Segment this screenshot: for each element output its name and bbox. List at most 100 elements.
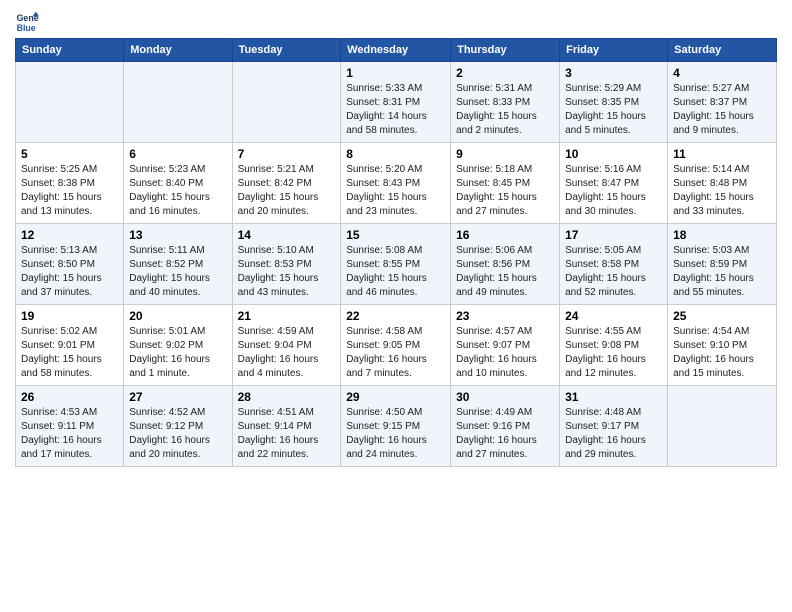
day-info: Sunrise: 5:08 AM Sunset: 8:55 PM Dayligh…: [346, 244, 445, 300]
calendar-cell: [124, 62, 232, 143]
day-info: Sunrise: 5:29 AM Sunset: 8:35 PM Dayligh…: [565, 82, 662, 138]
day-number: 14: [238, 228, 336, 242]
day-number: 20: [129, 309, 226, 323]
day-info: Sunrise: 4:49 AM Sunset: 9:16 PM Dayligh…: [456, 406, 554, 462]
day-info: Sunrise: 5:33 AM Sunset: 8:31 PM Dayligh…: [346, 82, 445, 138]
day-number: 28: [238, 390, 336, 404]
day-info: Sunrise: 4:50 AM Sunset: 9:15 PM Dayligh…: [346, 406, 445, 462]
week-row-4: 19Sunrise: 5:02 AM Sunset: 9:01 PM Dayli…: [16, 305, 777, 386]
day-number: 11: [673, 147, 771, 161]
day-number: 3: [565, 66, 662, 80]
week-row-5: 26Sunrise: 4:53 AM Sunset: 9:11 PM Dayli…: [16, 386, 777, 467]
day-number: 27: [129, 390, 226, 404]
day-info: Sunrise: 4:52 AM Sunset: 9:12 PM Dayligh…: [129, 406, 226, 462]
calendar-cell: 8 Sunrise: 5:20 AM Sunset: 8:43 PM Daylig…: [341, 143, 451, 224]
day-number: 22: [346, 309, 445, 323]
calendar-cell: 28 Sunrise: 4:51 AM Sunset: 9:14 PM Dayli…: [232, 386, 341, 467]
day-info: Sunrise: 4:51 AM Sunset: 9:14 PM Dayligh…: [238, 406, 336, 462]
day-info: Sunrise: 4:59 AM Sunset: 9:04 PM Dayligh…: [238, 325, 336, 381]
calendar-cell: 15 Sunrise: 5:08 AM Sunset: 8:55 PM Dayli…: [341, 224, 451, 305]
calendar-cell: 19Sunrise: 5:02 AM Sunset: 9:01 PM Dayli…: [16, 305, 124, 386]
logo-icon: General Blue: [15, 10, 39, 34]
calendar-cell: 13 Sunrise: 5:11 AM Sunset: 8:52 PM Dayli…: [124, 224, 232, 305]
day-number: 15: [346, 228, 445, 242]
calendar-cell: 16 Sunrise: 5:06 AM Sunset: 8:56 PM Dayli…: [451, 224, 560, 305]
day-info: Sunrise: 5:21 AM Sunset: 8:42 PM Dayligh…: [238, 163, 336, 219]
day-number: 1: [346, 66, 445, 80]
day-number: 30: [456, 390, 554, 404]
day-header-thursday: Thursday: [451, 39, 560, 62]
day-info: Sunrise: 5:05 AM Sunset: 8:58 PM Dayligh…: [565, 244, 662, 300]
day-number: 4: [673, 66, 771, 80]
day-number: 16: [456, 228, 554, 242]
calendar-table: SundayMondayTuesdayWednesdayThursdayFrid…: [15, 38, 777, 467]
day-info: Sunrise: 5:11 AM Sunset: 8:52 PM Dayligh…: [129, 244, 226, 300]
calendar-cell: 1 Sunrise: 5:33 AM Sunset: 8:31 PM Daylig…: [341, 62, 451, 143]
calendar-cell: 5Sunrise: 5:25 AM Sunset: 8:38 PM Daylig…: [16, 143, 124, 224]
calendar-cell: 10Sunrise: 5:16 AM Sunset: 8:47 PM Dayli…: [560, 143, 668, 224]
calendar-cell: 4Sunrise: 5:27 AM Sunset: 8:37 PM Daylig…: [668, 62, 777, 143]
day-info: Sunrise: 5:18 AM Sunset: 8:45 PM Dayligh…: [456, 163, 554, 219]
day-info: Sunrise: 5:20 AM Sunset: 8:43 PM Dayligh…: [346, 163, 445, 219]
day-info: Sunrise: 5:02 AM Sunset: 9:01 PM Dayligh…: [21, 325, 118, 381]
day-number: 26: [21, 390, 118, 404]
calendar-cell: 7 Sunrise: 5:21 AM Sunset: 8:42 PM Daylig…: [232, 143, 341, 224]
week-row-1: 1 Sunrise: 5:33 AM Sunset: 8:31 PM Daylig…: [16, 62, 777, 143]
calendar-cell: [668, 386, 777, 467]
day-info: Sunrise: 5:13 AM Sunset: 8:50 PM Dayligh…: [21, 244, 118, 300]
day-info: Sunrise: 4:48 AM Sunset: 9:17 PM Dayligh…: [565, 406, 662, 462]
day-info: Sunrise: 5:06 AM Sunset: 8:56 PM Dayligh…: [456, 244, 554, 300]
calendar-cell: 18 Sunrise: 5:03 AM Sunset: 8:59 PM Dayli…: [668, 224, 777, 305]
day-header-sunday: Sunday: [16, 39, 124, 62]
day-info: Sunrise: 4:57 AM Sunset: 9:07 PM Dayligh…: [456, 325, 554, 381]
calendar-cell: 14Sunrise: 5:10 AM Sunset: 8:53 PM Dayli…: [232, 224, 341, 305]
day-number: 31: [565, 390, 662, 404]
day-header-monday: Monday: [124, 39, 232, 62]
day-info: Sunrise: 4:58 AM Sunset: 9:05 PM Dayligh…: [346, 325, 445, 381]
header-row: SundayMondayTuesdayWednesdayThursdayFrid…: [16, 39, 777, 62]
calendar-cell: 6 Sunrise: 5:23 AM Sunset: 8:40 PM Daylig…: [124, 143, 232, 224]
week-row-3: 12 Sunrise: 5:13 AM Sunset: 8:50 PM Dayli…: [16, 224, 777, 305]
day-number: 8: [346, 147, 445, 161]
calendar-cell: 9 Sunrise: 5:18 AM Sunset: 8:45 PM Daylig…: [451, 143, 560, 224]
day-header-saturday: Saturday: [668, 39, 777, 62]
day-info: Sunrise: 5:25 AM Sunset: 8:38 PM Dayligh…: [21, 163, 118, 219]
calendar-cell: 12 Sunrise: 5:13 AM Sunset: 8:50 PM Dayli…: [16, 224, 124, 305]
calendar-cell: 26Sunrise: 4:53 AM Sunset: 9:11 PM Dayli…: [16, 386, 124, 467]
calendar-cell: 22 Sunrise: 4:58 AM Sunset: 9:05 PM Dayli…: [341, 305, 451, 386]
day-info: Sunrise: 5:31 AM Sunset: 8:33 PM Dayligh…: [456, 82, 554, 138]
calendar-cell: [16, 62, 124, 143]
day-number: 6: [129, 147, 226, 161]
day-number: 7: [238, 147, 336, 161]
calendar-cell: 25 Sunrise: 4:54 AM Sunset: 9:10 PM Dayli…: [668, 305, 777, 386]
calendar-cell: 11Sunrise: 5:14 AM Sunset: 8:48 PM Dayli…: [668, 143, 777, 224]
day-number: 2: [456, 66, 554, 80]
day-number: 21: [238, 309, 336, 323]
day-number: 12: [21, 228, 118, 242]
day-header-wednesday: Wednesday: [341, 39, 451, 62]
day-number: 10: [565, 147, 662, 161]
calendar-cell: 27 Sunrise: 4:52 AM Sunset: 9:12 PM Dayli…: [124, 386, 232, 467]
calendar-cell: 23Sunrise: 4:57 AM Sunset: 9:07 PM Dayli…: [451, 305, 560, 386]
day-info: Sunrise: 5:03 AM Sunset: 8:59 PM Dayligh…: [673, 244, 771, 300]
day-number: 18: [673, 228, 771, 242]
calendar-cell: 24 Sunrise: 4:55 AM Sunset: 9:08 PM Dayli…: [560, 305, 668, 386]
day-number: 24: [565, 309, 662, 323]
day-number: 17: [565, 228, 662, 242]
calendar-cell: 30 Sunrise: 4:49 AM Sunset: 9:16 PM Dayli…: [451, 386, 560, 467]
day-info: Sunrise: 4:55 AM Sunset: 9:08 PM Dayligh…: [565, 325, 662, 381]
calendar-cell: 29 Sunrise: 4:50 AM Sunset: 9:15 PM Dayli…: [341, 386, 451, 467]
calendar-cell: 21 Sunrise: 4:59 AM Sunset: 9:04 PM Dayli…: [232, 305, 341, 386]
day-number: 29: [346, 390, 445, 404]
calendar-cell: 3 Sunrise: 5:29 AM Sunset: 8:35 PM Daylig…: [560, 62, 668, 143]
day-info: Sunrise: 4:54 AM Sunset: 9:10 PM Dayligh…: [673, 325, 771, 381]
day-info: Sunrise: 5:01 AM Sunset: 9:02 PM Dayligh…: [129, 325, 226, 381]
day-header-tuesday: Tuesday: [232, 39, 341, 62]
calendar-cell: [232, 62, 341, 143]
day-header-friday: Friday: [560, 39, 668, 62]
calendar-cell: 2 Sunrise: 5:31 AM Sunset: 8:33 PM Daylig…: [451, 62, 560, 143]
day-number: 9: [456, 147, 554, 161]
day-number: 13: [129, 228, 226, 242]
day-number: 25: [673, 309, 771, 323]
day-info: Sunrise: 5:23 AM Sunset: 8:40 PM Dayligh…: [129, 163, 226, 219]
